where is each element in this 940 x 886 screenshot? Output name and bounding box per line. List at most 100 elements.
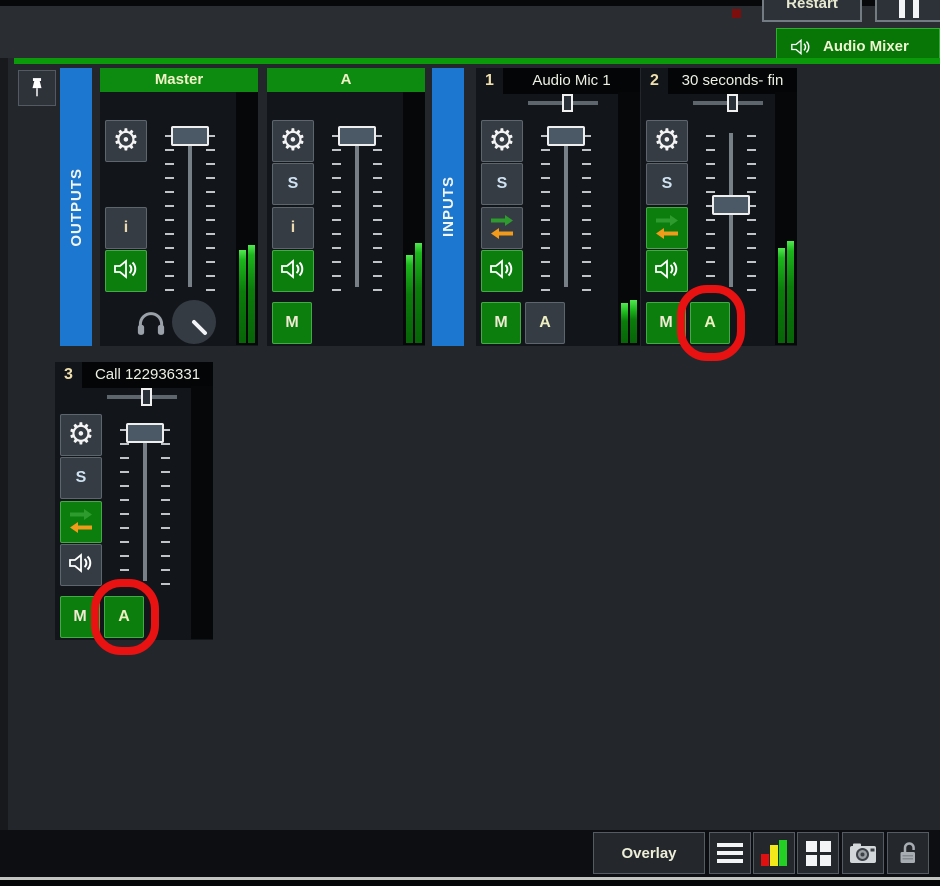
fader-tick [161,541,170,543]
pause-button[interactable] [875,0,940,22]
fader-tick [206,205,215,207]
fader-tick [541,247,550,249]
fader-tick [706,275,715,277]
routing-button[interactable] [60,501,102,543]
audio-on-button[interactable] [646,250,688,292]
speaker-icon [654,257,680,286]
fader-tick [747,177,756,179]
panel-top-accent [14,58,940,64]
strip-title: 30 seconds- fin [668,68,797,94]
bus-a-button[interactable]: A [104,596,144,638]
bus-a-button[interactable]: A [690,302,730,344]
settings-button[interactable]: ⚙ [60,414,102,456]
swap-arrows-icon [68,507,94,538]
headphones-icon[interactable] [136,310,166,341]
audio-mixer-panel: OUTPUTS INPUTS Master⚙iA⚙SiM1Audio Mic 1… [8,58,940,830]
fader-tick [747,247,756,249]
solo-label: S [76,469,87,487]
volume-fader-track[interactable] [143,427,147,581]
volume-fader-handle[interactable] [547,126,585,146]
fader-tick [165,261,174,263]
audio-levels-button[interactable] [753,832,795,874]
fader-tick [541,275,550,277]
menu-button[interactable] [709,832,751,874]
balance-handle[interactable] [727,94,738,112]
mixer-strip-master: Master⚙i [100,68,258,346]
camera-icon [849,842,877,864]
volume-fader-handle[interactable] [338,126,376,146]
fader-tick [332,247,341,249]
vmix-window: Restart Audio Mixer OUTPUTS INPUTS [0,0,940,886]
gear-icon: ⚙ [489,126,516,156]
fader-tick [206,191,215,193]
monitor-volume-knob[interactable] [172,300,216,344]
solo-button[interactable]: S [481,163,523,205]
fader-tick [165,233,174,235]
volume-fader-handle[interactable] [171,126,209,146]
strip-bottom-row: M [267,302,425,344]
settings-button[interactable]: ⚙ [481,120,523,162]
volume-fader-track[interactable] [188,133,192,287]
snapshot-button[interactable] [842,832,884,874]
volume-fader-track[interactable] [564,133,568,287]
settings-button[interactable]: ⚙ [646,120,688,162]
solo-button[interactable]: S [646,163,688,205]
fader-tick [120,443,129,445]
audio-on-button[interactable] [272,250,314,292]
fader-tick [161,443,170,445]
mute-button[interactable]: M [272,302,312,344]
fader-tick [165,205,174,207]
mute-button[interactable]: M [481,302,521,344]
fader-tick [120,471,129,473]
pin-panel-button[interactable] [18,70,56,106]
fader-tick [373,275,382,277]
routing-button[interactable] [481,207,523,249]
info-button[interactable]: i [105,207,147,249]
fader-tick [541,289,550,291]
solo-button[interactable]: S [60,457,102,499]
fader-tick [161,499,170,501]
mute-button[interactable]: M [646,302,686,344]
audio-on-button[interactable] [105,250,147,292]
overlay-label: Overlay [621,845,676,862]
fader-tick [373,233,382,235]
audio-on-button[interactable] [481,250,523,292]
solo-label: S [288,175,299,193]
balance-handle[interactable] [562,94,573,112]
swap-arrows-icon [489,213,515,244]
settings-button[interactable]: ⚙ [272,120,314,162]
balance-handle[interactable] [141,388,152,406]
audio-on-button[interactable] [60,544,102,586]
fader-tick [706,233,715,235]
inputs-text: INPUTS [440,176,457,237]
info-button[interactable]: i [272,207,314,249]
solo-button[interactable]: S [272,163,314,205]
volume-fader-handle[interactable] [712,195,750,215]
volume-fader-handle[interactable] [126,423,164,443]
fader-tick [206,219,215,221]
fader-tick [165,163,174,165]
bus-a-button[interactable]: A [525,302,565,344]
fader-tick [541,149,550,151]
fader-tick [747,261,756,263]
volume-fader-track[interactable] [355,133,359,287]
multiview-button[interactable] [797,832,839,874]
fader-tick [332,289,341,291]
settings-button[interactable]: ⚙ [105,120,147,162]
fader-tick [332,149,341,151]
mute-button[interactable]: M [60,596,100,638]
routing-button[interactable] [646,207,688,249]
fader-tick [206,289,215,291]
fader-tick [120,485,129,487]
lock-button[interactable] [887,832,929,874]
strip-header-label: A [267,68,425,92]
speaker-icon [68,551,94,580]
fader-tick [165,149,174,151]
overlay-button[interactable]: Overlay [593,832,705,874]
fader-tick [120,513,129,515]
restart-button[interactable]: Restart [762,0,862,22]
fader-tick [206,233,215,235]
speaker-icon [489,257,515,286]
swap-arrows-icon [654,213,680,244]
fader-tick [582,191,591,193]
